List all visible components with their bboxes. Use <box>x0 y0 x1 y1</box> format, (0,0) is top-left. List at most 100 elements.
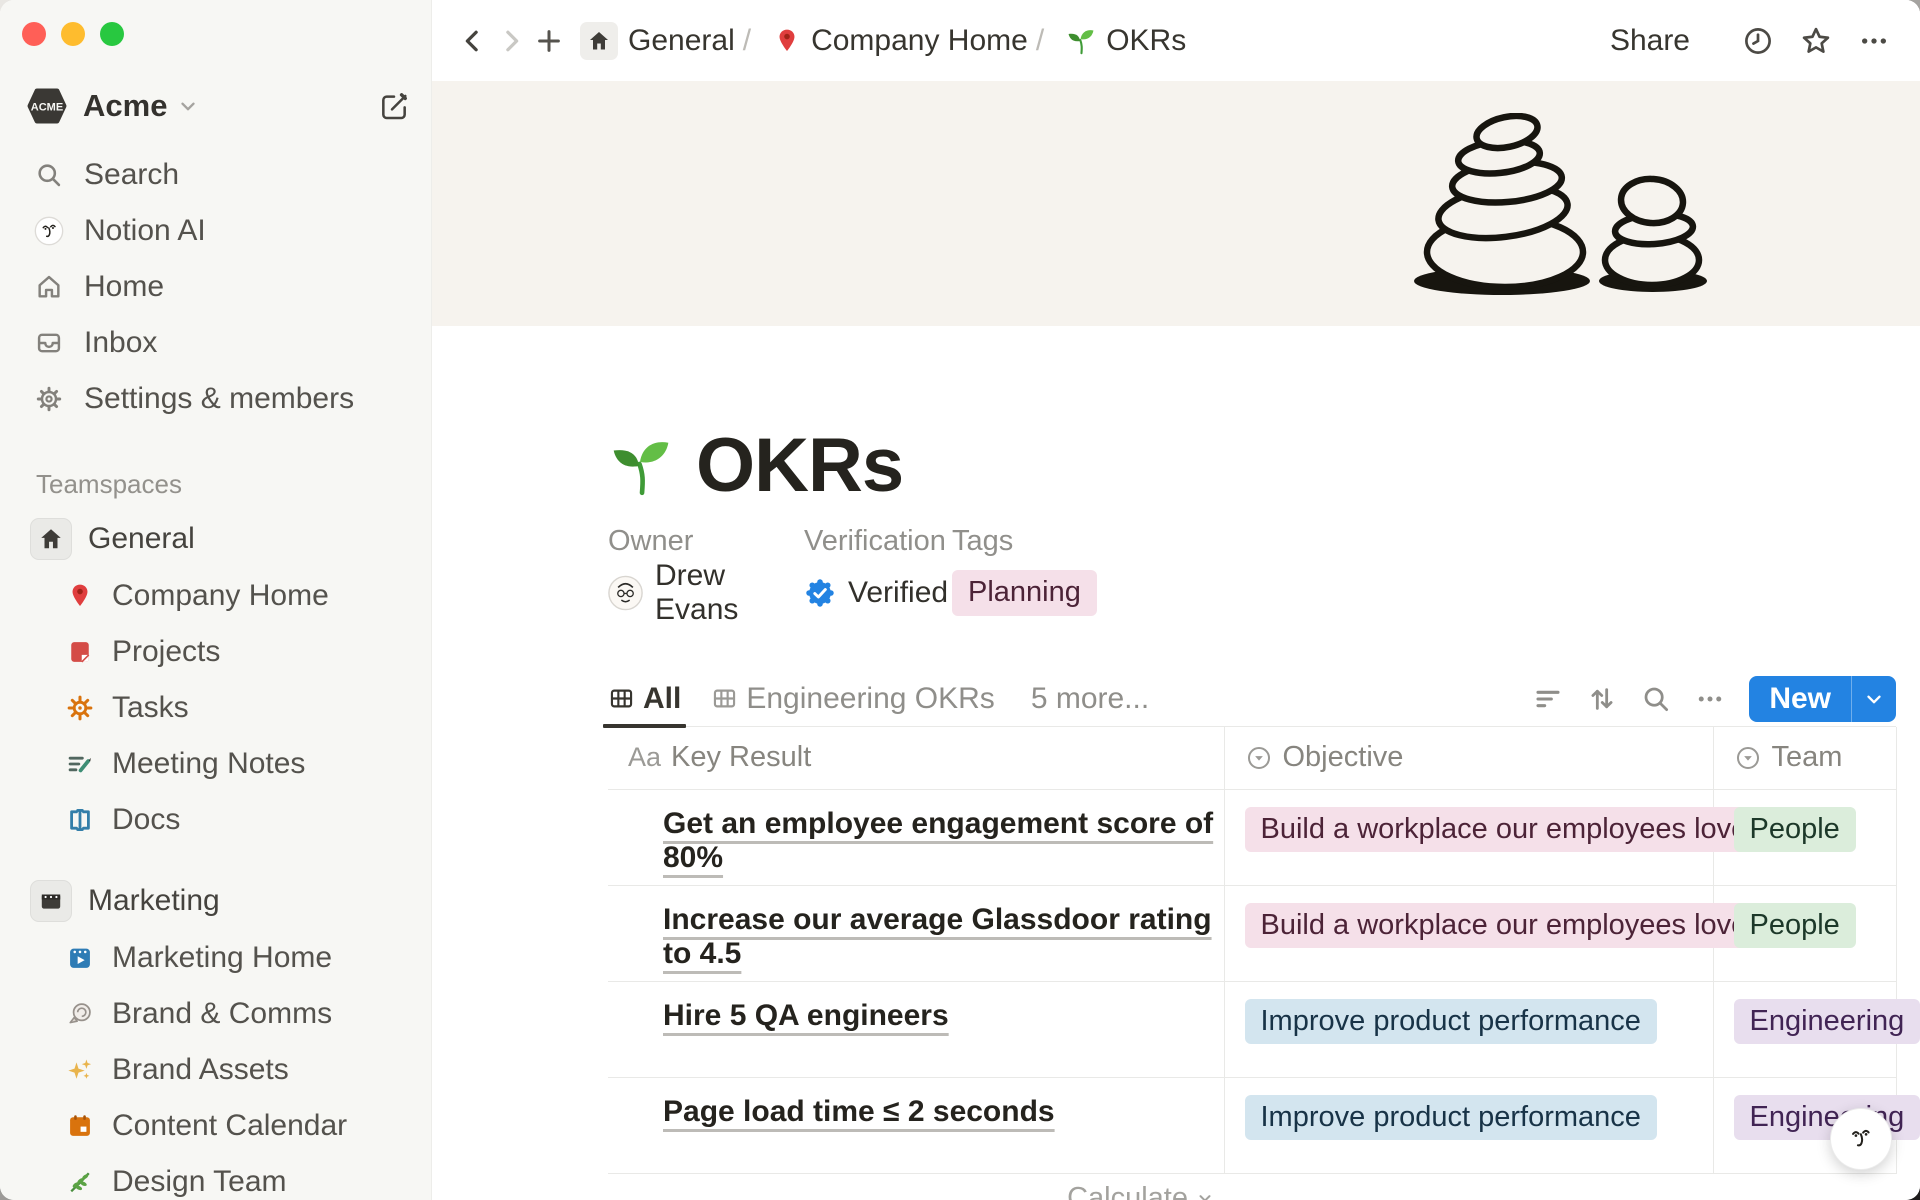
notion-window: ACME Acme Search <box>0 0 1920 1200</box>
clapperboard-icon <box>30 880 72 922</box>
new-button-dropdown[interactable] <box>1852 676 1896 722</box>
objective-tag: Improve product performance <box>1245 1095 1657 1140</box>
table-row[interactable]: Increase our average Glassdoor rating to… <box>608 885 1896 981</box>
table-row[interactable]: Get an employee engagement score of 80% … <box>608 789 1896 885</box>
sidebar-item-search[interactable]: Search <box>0 147 431 203</box>
herb-icon <box>64 1166 96 1198</box>
tab-engineering-okrs[interactable]: Engineering OKRs <box>711 671 994 726</box>
notion-ai-floating-button[interactable] <box>1830 1108 1892 1170</box>
history-clock-icon[interactable] <box>1738 21 1778 61</box>
sidebar-page-design-team[interactable]: Design Team <box>0 1154 431 1200</box>
share-button[interactable]: Share <box>1610 24 1690 58</box>
filter-icon[interactable] <box>1529 680 1567 718</box>
seedling-icon[interactable] <box>608 433 674 499</box>
objective-cell[interactable]: Improve product performance <box>1224 1077 1713 1173</box>
sidebar-page-company-home[interactable]: Company Home <box>0 568 431 624</box>
breadcrumb-general[interactable]: General <box>628 24 735 58</box>
team-tag: Engineering <box>1734 1095 1920 1140</box>
objective-cell[interactable]: Build a workplace our employees love <box>1224 885 1713 981</box>
property-label: Tags <box>952 525 1097 558</box>
sidebar-page-label: Company Home <box>112 579 329 613</box>
sidebar-page-docs[interactable]: Docs <box>0 792 431 848</box>
view-options-icon[interactable] <box>1691 680 1729 718</box>
column-header-key-result[interactable]: AaKey Result <box>608 727 1224 789</box>
page-cover[interactable] <box>432 81 1920 326</box>
more-tabs-button[interactable]: 5 more... <box>1031 682 1149 716</box>
new-row-button-group: New <box>1749 676 1896 722</box>
home-icon <box>34 272 64 302</box>
team-cell[interactable]: People <box>1713 789 1896 885</box>
sidebar-page-label: Design Team <box>112 1165 287 1199</box>
breadcrumb-general-house-icon[interactable] <box>580 22 618 60</box>
sidebar-item-inbox[interactable]: Inbox <box>0 315 431 371</box>
sidebar-page-tasks[interactable]: Tasks <box>0 680 431 736</box>
sidebar-item-label: Notion AI <box>84 214 206 248</box>
team-tag: People <box>1734 903 1856 948</box>
breadcrumb-company-home[interactable]: Company Home <box>811 24 1028 58</box>
property-verification: Verification Verified <box>804 525 952 615</box>
column-header-team[interactable]: Team <box>1713 727 1896 789</box>
property-verification-value[interactable]: Verified <box>804 571 952 615</box>
objective-tag: Build a workplace our employees love <box>1245 807 1764 852</box>
sidebar: ACME Acme Search <box>0 0 432 1200</box>
table-row[interactable]: Page load time ≤ 2 seconds Improve produ… <box>608 1077 1896 1173</box>
back-button[interactable] <box>454 22 492 60</box>
teamspaces-heading[interactable]: Teamspaces <box>36 469 431 500</box>
property-tags-value[interactable]: Planning <box>952 571 1097 615</box>
page-title[interactable]: OKRs <box>696 422 903 509</box>
shell-icon <box>64 998 96 1030</box>
sidebar-page-label: Meeting Notes <box>112 747 305 781</box>
property-label: Owner <box>608 525 804 558</box>
sidebar-item-notion-ai[interactable]: Notion AI <box>0 203 431 259</box>
team-cell[interactable]: People <box>1713 885 1896 981</box>
sort-icon[interactable] <box>1583 680 1621 718</box>
sidebar-page-marketing-home[interactable]: Marketing Home <box>0 930 431 986</box>
search-icon[interactable] <box>1637 680 1675 718</box>
teamspace-general[interactable]: General <box>0 510 431 568</box>
key-result-cell[interactable]: Page load time ≤ 2 seconds <box>608 1077 1224 1173</box>
inbox-icon <box>34 328 64 358</box>
breadcrumb-separator: / <box>743 24 751 58</box>
workspace-switcher[interactable]: ACME Acme <box>26 84 411 128</box>
objective-cell[interactable]: Build a workplace our employees love <box>1224 789 1713 885</box>
sidebar-item-home[interactable]: Home <box>0 259 431 315</box>
key-result-cell[interactable]: Increase our average Glassdoor rating to… <box>608 885 1224 981</box>
table-row[interactable]: Hire 5 QA engineers Improve product perf… <box>608 981 1896 1077</box>
column-header-objective[interactable]: Objective <box>1224 727 1713 789</box>
main-area: General / Company Home / OKRs Share <box>432 0 1920 1200</box>
house-icon <box>30 518 72 560</box>
zoom-window-button[interactable] <box>100 22 124 46</box>
favorite-star-icon[interactable] <box>1796 21 1836 61</box>
tag-planning: Planning <box>952 570 1097 615</box>
close-window-button[interactable] <box>22 22 46 46</box>
key-result-cell[interactable]: Hire 5 QA engineers <box>608 981 1224 1077</box>
team-cell[interactable]: Engineering <box>1713 981 1896 1077</box>
key-result-cell[interactable]: Get an employee engagement score of 80% <box>608 789 1224 885</box>
sidebar-page-brand-assets[interactable]: Brand Assets <box>0 1042 431 1098</box>
sparkles-icon <box>64 1054 96 1086</box>
teamspace-marketing[interactable]: Marketing <box>0 872 431 930</box>
forward-button[interactable] <box>492 22 530 60</box>
sidebar-page-meeting-notes[interactable]: Meeting Notes <box>0 736 431 792</box>
tab-all[interactable]: All <box>608 671 681 726</box>
calendar-icon <box>64 1110 96 1142</box>
property-tags: Tags Planning <box>952 525 1097 615</box>
more-options-icon[interactable] <box>1854 21 1894 61</box>
new-tab-plus-button[interactable] <box>530 22 568 60</box>
new-page-compose-button[interactable] <box>377 89 411 123</box>
sidebar-page-projects[interactable]: Projects <box>0 624 431 680</box>
new-button[interactable]: New <box>1749 682 1851 716</box>
property-label: Verification <box>804 525 952 558</box>
page-content: OKRs Owner Drew Evans <box>432 422 1920 1200</box>
objective-cell[interactable]: Improve product performance <box>1224 981 1713 1077</box>
property-owner-value[interactable]: Drew Evans <box>608 571 804 615</box>
sidebar-page-content-calendar[interactable]: Content Calendar <box>0 1098 431 1154</box>
breadcrumb-okrs[interactable]: OKRs <box>1106 24 1186 58</box>
calculate-button[interactable]: Calculate <box>608 1182 1214 1200</box>
minimize-window-button[interactable] <box>61 22 85 46</box>
gear-icon <box>34 384 64 414</box>
sidebar-item-settings[interactable]: Settings & members <box>0 371 431 427</box>
sidebar-page-brand-comms[interactable]: Brand & Comms <box>0 986 431 1042</box>
sidebar-page-label: Brand Assets <box>112 1053 289 1087</box>
table-header-row: AaKey Result Objective Team <box>608 727 1896 789</box>
